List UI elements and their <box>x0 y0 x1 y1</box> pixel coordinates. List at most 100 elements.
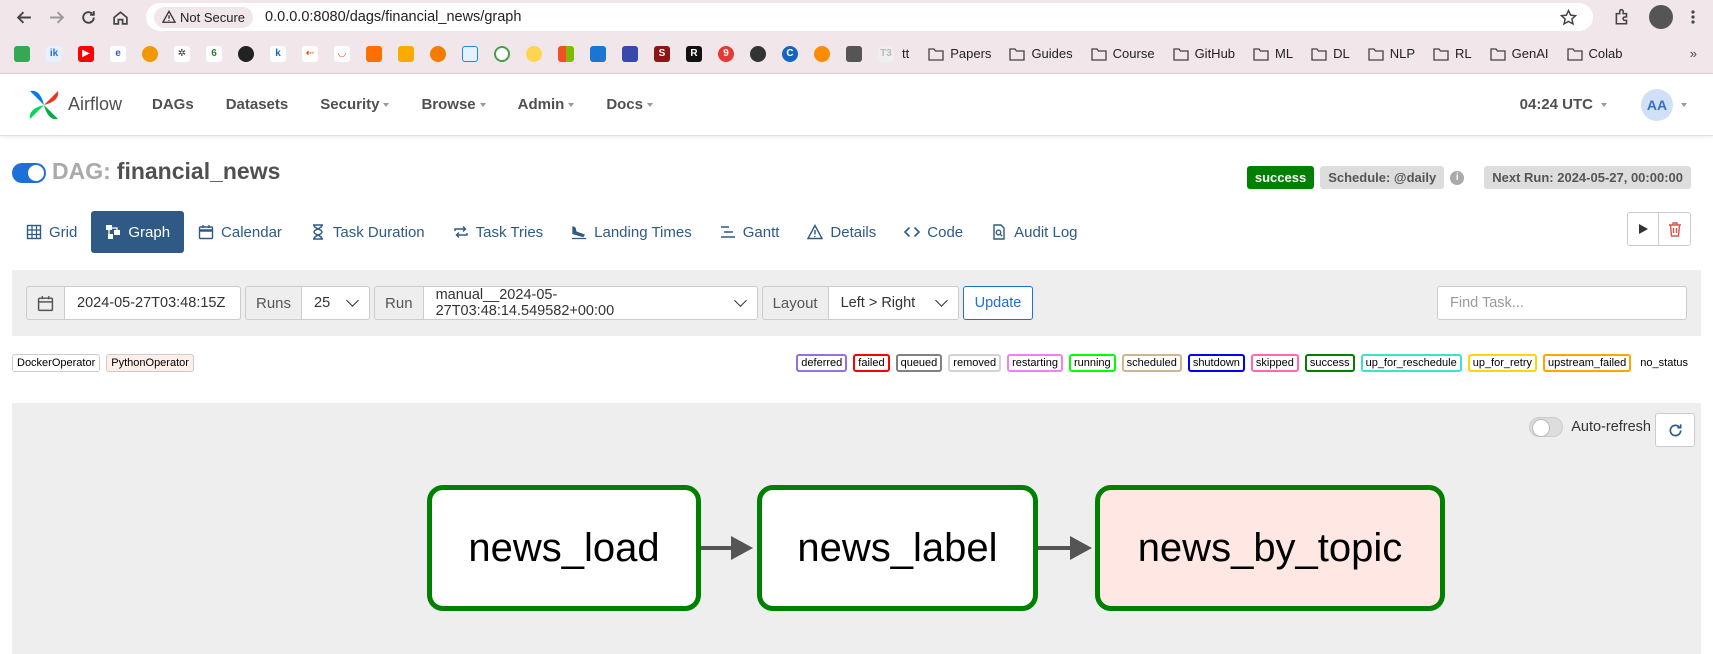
star-icon[interactable] <box>1560 8 1577 26</box>
dag-pause-toggle[interactable] <box>12 163 46 183</box>
nav-browse[interactable]: Browse <box>421 96 485 113</box>
nav-datasets[interactable]: Datasets <box>226 96 289 113</box>
operator-python[interactable]: PythonOperator <box>106 354 194 372</box>
nav-docs[interactable]: Docs <box>606 96 653 113</box>
state-legend-deferred[interactable]: deferred <box>796 354 848 372</box>
state-legend-skipped[interactable]: skipped <box>1250 354 1299 372</box>
bookmarks-more[interactable]: » <box>1690 46 1707 61</box>
stanford-bookmark-icon[interactable]: S <box>654 45 670 62</box>
c-bookmark-icon[interactable]: C <box>782 45 798 62</box>
bookmark-folder-course[interactable]: Course <box>1090 46 1155 61</box>
leaf-bookmark-icon[interactable]: 6 <box>206 45 222 62</box>
arrow-bookmark-icon[interactable]: ⇠ <box>302 45 318 62</box>
bookmark-folder-github[interactable]: GitHub <box>1172 46 1235 61</box>
bookmark-folder-ml[interactable]: ML <box>1253 46 1293 61</box>
bookmark-folder-nlp[interactable]: NLP <box>1368 46 1415 61</box>
gear-bookmark-icon[interactable] <box>430 45 446 62</box>
microsoft-bookmark-icon[interactable] <box>558 45 574 62</box>
state-legend-upstream-failed[interactable]: upstream_failed <box>1543 354 1632 372</box>
info-icon[interactable]: i <box>1450 170 1465 185</box>
url-text[interactable]: 0.0.0.0:8080/dags/financial_news/graph <box>265 9 521 25</box>
task-node-news-load[interactable]: news_load <box>427 485 701 611</box>
state-legend-failed[interactable]: failed <box>853 354 890 372</box>
refresh-button[interactable] <box>1655 413 1695 447</box>
graph-canvas[interactable]: Auto-refresh news_load news_label news_b… <box>12 403 1701 654</box>
bookmark-folder-guides[interactable]: Guides <box>1009 46 1073 61</box>
tab-audit-log[interactable]: Audit Log <box>977 211 1091 253</box>
timezone-menu[interactable]: 04:24 UTC <box>1520 96 1607 113</box>
ik-bookmark-icon[interactable]: ik <box>46 45 62 62</box>
state-legend-success[interactable]: success <box>1304 354 1355 372</box>
bookmark-folder-dl[interactable]: DL <box>1311 46 1350 61</box>
operator-docker[interactable]: DockerOperator <box>12 354 101 372</box>
youtube-bookmark-icon[interactable]: ▶ <box>78 45 94 62</box>
tab-calendar[interactable]: Calendar <box>184 211 296 253</box>
state-legend-restarting[interactable]: restarting <box>1007 354 1063 372</box>
auto-refresh-toggle[interactable] <box>1529 417 1564 437</box>
t3-bookmark-icon[interactable]: T3 <box>878 45 894 62</box>
tab-graph[interactable]: Graph <box>91 211 185 253</box>
chart-bookmark-icon[interactable] <box>398 45 414 62</box>
r-bookmark-icon[interactable]: R <box>686 45 702 62</box>
k-bookmark-icon[interactable]: k <box>270 45 286 62</box>
puzzle-bookmark-icon[interactable] <box>590 45 606 62</box>
back-icon[interactable] <box>8 2 40 32</box>
org-bookmark-icon[interactable] <box>142 45 158 62</box>
trigger-dag-button[interactable] <box>1627 212 1659 246</box>
nav-dags[interactable]: DAGs <box>152 96 194 113</box>
openai-bookmark-icon[interactable]: ✲ <box>174 45 190 62</box>
forward-icon[interactable] <box>40 2 72 32</box>
grid-bookmark-icon[interactable] <box>622 45 638 62</box>
home-icon[interactable] <box>104 2 136 32</box>
extensions-icon[interactable] <box>1613 8 1631 26</box>
run-select[interactable]: manual__2024-05-27T03:48:14.549582+00:00 <box>423 286 758 320</box>
ring-bookmark-icon[interactable] <box>494 45 510 62</box>
jupyter-bookmark-icon[interactable] <box>814 45 830 62</box>
tab-details[interactable]: Details <box>793 211 890 253</box>
state-legend-no-status[interactable]: no_status <box>1637 356 1691 370</box>
state-legend-removed[interactable]: removed <box>948 354 1002 372</box>
tab-task-duration[interactable]: Task Duration <box>296 211 439 253</box>
github-bookmark-icon[interactable] <box>238 45 254 62</box>
tab-task-tries[interactable]: Task Tries <box>439 211 558 253</box>
delete-dag-button[interactable] <box>1659 212 1691 246</box>
tab-landing-times[interactable]: Landing Times <box>557 211 706 253</box>
state-legend-up-for-reschedule[interactable]: up_for_reschedule <box>1360 354 1462 372</box>
calendar-button[interactable] <box>26 286 65 320</box>
airflow-logo[interactable]: Airflow <box>26 87 122 123</box>
tab-grid[interactable]: Grid <box>12 211 91 253</box>
bookmark-folder-papers[interactable]: Papers <box>928 46 991 61</box>
pytorch-bookmark-icon[interactable]: ◡ <box>334 45 350 62</box>
state-legend-shutdown[interactable]: shutdown <box>1187 354 1245 372</box>
state-legend-scheduled[interactable]: scheduled <box>1121 354 1182 372</box>
bookmark-folder-genai[interactable]: GenAI <box>1489 46 1549 61</box>
monitor-bookmark-icon[interactable] <box>846 45 862 62</box>
tensorflow-bookmark-icon[interactable] <box>366 45 382 62</box>
eye-bookmark-icon[interactable] <box>750 45 766 62</box>
e-bookmark-icon[interactable]: e <box>110 45 126 62</box>
layout-select[interactable]: Left > Right <box>828 286 959 320</box>
drive-bookmark-icon[interactable] <box>14 45 30 62</box>
address-bar[interactable]: Not Secure 0.0.0.0:8080/dags/financial_n… <box>146 3 1593 31</box>
state-legend-queued[interactable]: queued <box>895 354 943 372</box>
menu-dots-icon[interactable] <box>1691 9 1695 25</box>
nav-security[interactable]: Security <box>320 96 389 113</box>
reload-icon[interactable] <box>72 2 104 32</box>
profile-avatar[interactable] <box>1649 5 1673 29</box>
base-date-input[interactable]: 2024-05-27T03:48:15Z <box>65 286 241 320</box>
runs-select[interactable]: 25 <box>302 286 371 320</box>
nine-bookmark-icon[interactable]: 9 <box>718 45 734 62</box>
update-button[interactable]: Update <box>962 286 1034 320</box>
user-menu[interactable]: AA <box>1641 88 1687 121</box>
find-task-input[interactable]: Find Task... <box>1437 286 1687 320</box>
doc-bookmark-icon[interactable] <box>462 45 478 62</box>
bookmark-folder-rl[interactable]: RL <box>1433 46 1472 61</box>
nav-admin[interactable]: Admin <box>518 96 575 113</box>
tab-code[interactable]: Code <box>890 211 977 253</box>
bookmark-folder-colab[interactable]: Colab <box>1566 46 1622 61</box>
task-node-news-label[interactable]: news_label <box>757 485 1038 611</box>
huggingface-bookmark-icon[interactable] <box>526 45 542 62</box>
task-node-news-by-topic[interactable]: news_by_topic <box>1095 485 1445 611</box>
state-legend-running[interactable]: running <box>1068 354 1116 372</box>
tab-gantt[interactable]: Gantt <box>706 211 794 253</box>
